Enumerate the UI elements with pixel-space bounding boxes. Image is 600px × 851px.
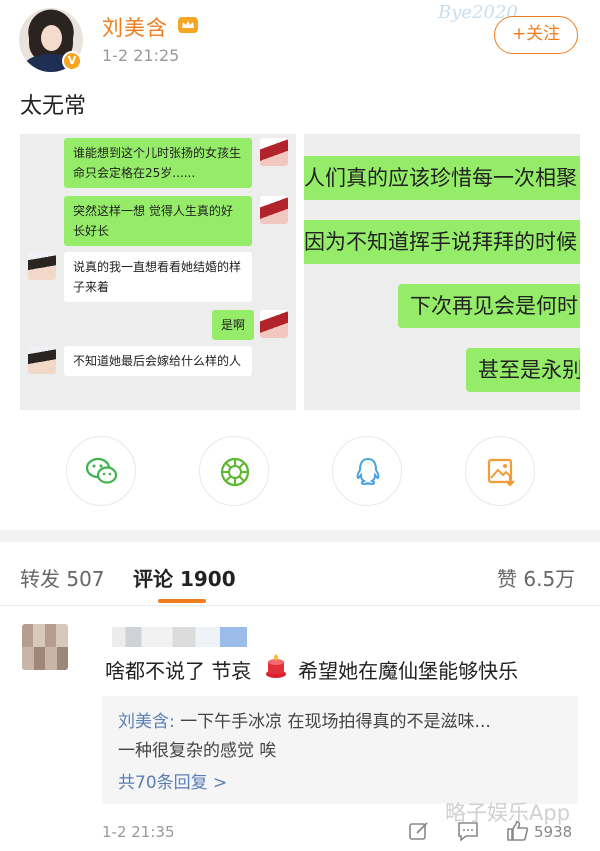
chat-avatar [260,196,288,224]
moments-icon [220,457,250,487]
chat-avatar [28,346,56,374]
wechat-icon [85,457,118,484]
qq-icon [356,457,380,486]
chat-avatar [28,252,56,280]
chat-bubble: 说真的我一直想看看她结婚的样子来着 [64,252,252,302]
reply-text: 一下午手冰凉 在现场拍得真的不是滋味... [180,712,491,732]
share-moments-button[interactable] [199,436,269,506]
chat-bubble: 不知道她最后会嫁给什么样的人 [64,346,252,376]
candle-emoji-icon [266,654,286,678]
thumbs-up-icon[interactable] [506,820,530,842]
share-wechat-button[interactable] [66,436,136,506]
chat-bubble-large: 下次再见会是何时 [398,284,580,328]
post-image-right[interactable]: 人们真的应该珍惜每一次相聚 因为不知道挥手说拜拜的时候 下次再见会是何时 甚至是… [304,134,580,410]
commenter-avatar[interactable] [22,624,68,670]
chat-avatar [260,310,288,338]
share-save-image-button[interactable] [465,436,535,506]
chat-avatar [260,138,288,166]
tab-repost[interactable]: 转发 507 [20,563,105,592]
follow-button[interactable]: +关注 [494,16,578,54]
section-divider [0,530,600,542]
tab-comment[interactable]: 评论 1900 [133,563,236,592]
post-header: V 刘美含 1-2 21:25 Bye2020 +关注 [0,0,600,80]
comment-time: 1-2 21:35 [102,823,175,841]
commenter-name-blurred[interactable] [112,627,247,647]
verified-badge-icon: V [62,51,82,71]
view-all-replies-link[interactable]: 共70条回复 > [118,768,227,793]
post-time: 1-2 21:25 [102,46,180,65]
chat-bubble: 突然这样一想 觉得人生真的好长好长 [64,196,252,246]
comment-icon[interactable] [456,820,480,842]
tab-like[interactable]: 赞 6.5万 [497,563,575,592]
share-qq-button[interactable] [332,436,402,506]
comment-text: 啥都不说了 节哀 希望她在魔仙堡能够快乐 [105,655,518,684]
chat-bubble: 是啊 [212,310,255,340]
comment-text-part1: 啥都不说了 节哀 [105,659,252,683]
save-image-icon [487,458,515,487]
chat-bubble-large: 因为不知道挥手说拜拜的时候 [304,220,580,264]
post-image-left[interactable]: 谁能想到这个儿时张扬的女孩生命只会定格在25岁...... 突然这样一想 觉得人… [20,134,296,410]
avatar-face [41,25,62,51]
tab-divider [0,605,600,606]
post-text: 太无常 [20,94,87,119]
reply-author[interactable]: 刘美含: [118,712,175,732]
comment-like-count: 5938 [534,823,573,841]
comment-text-part2: 希望她在魔仙堡能够快乐 [298,659,519,683]
reply-preview-box[interactable]: 刘美含: 一下午手冰凉 在现场拍得真的不是滋味... 一种很复杂的感觉 唉 共7… [102,696,578,804]
username[interactable]: 刘美含 [102,12,168,42]
reply-line-2: 一种很复杂的感觉 唉 [118,741,277,761]
chat-bubble-large: 人们真的应该珍惜每一次相聚 [304,156,580,200]
edit-repost-icon[interactable] [408,820,430,842]
chat-bubble-large: 甚至是永别 [466,348,580,392]
vip-crown-icon [178,17,198,33]
chat-bubble: 谁能想到这个儿时张扬的女孩生命只会定格在25岁...... [64,138,252,188]
reply-line-1: 刘美含: 一下午手冰凉 在现场拍得真的不是滋味... [118,707,491,732]
tab-active-indicator [158,599,206,603]
